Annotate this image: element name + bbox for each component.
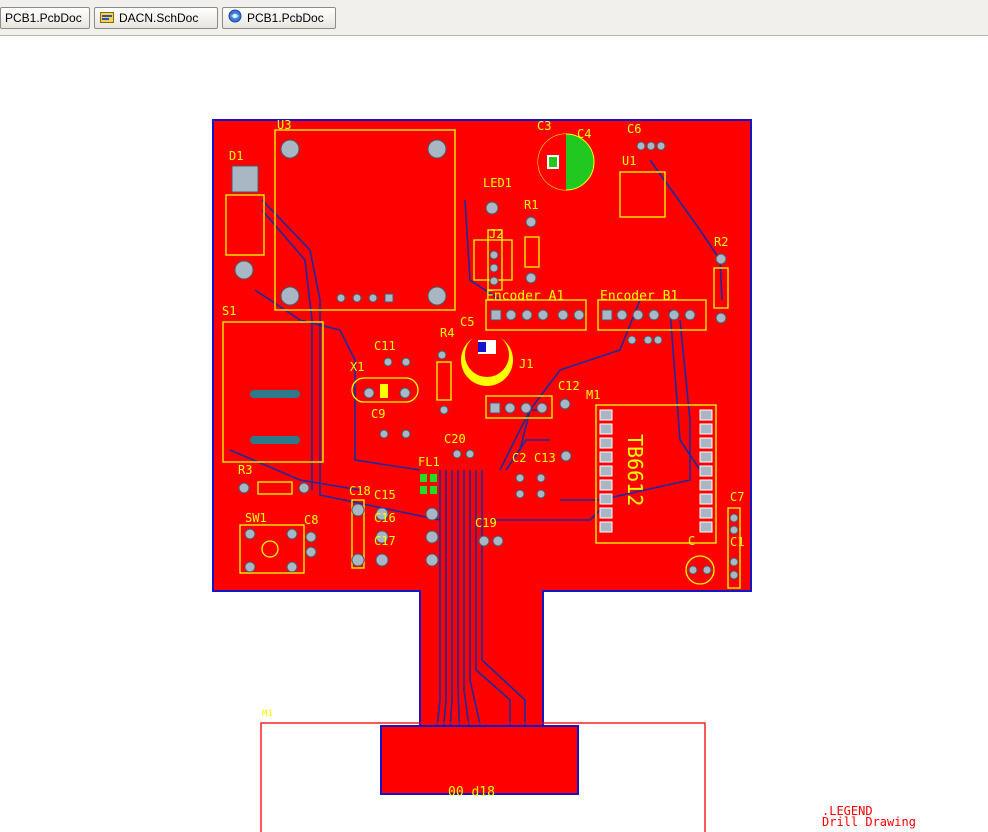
label-c1: C1 [730,535,744,549]
d1-square-pad [231,165,259,193]
pcb-board [212,119,752,792]
label-r1: R1 [524,198,538,212]
label-encoder-a1: Encoder A1 [486,289,564,304]
label-c17: C17 [374,534,396,548]
label-u3: U3 [277,118,291,132]
label-r3: R3 [238,463,252,477]
tab-label: PCB1.PcbDoc [247,11,324,25]
tab-dacn-schdoc[interactable]: DACN.SchDoc [94,7,218,29]
label-c: C [688,534,695,548]
label-c8: C8 [304,513,318,527]
pcb-canvas[interactable]: U3 D1 C3 C4 C6 U1 LED1 R1 J2 R2 S1 Encod… [0,36,988,832]
label-s1: S1 [222,304,236,318]
label-d1: D1 [229,149,243,163]
label-c5: C5 [460,315,474,329]
label-c15: C15 [374,488,396,502]
pcb-layout: U3 D1 C3 C4 C6 U1 LED1 R1 J2 R2 S1 Encod… [212,118,752,832]
label-u1: U1 [622,154,636,168]
label-c13: C13 [534,451,556,465]
legend-subtitle: Drill Drawing [822,815,916,829]
label-j1: J1 [519,357,533,371]
schematic-doc-icon [100,9,114,29]
x1-crystal-mark [380,384,388,398]
label-c9: C9 [371,407,385,421]
label-c4: C4 [577,127,591,141]
document-tab-bar: PCB1.PcbDoc DACN.SchDoc PCB1.PcbDoc [0,0,988,36]
pcb-3d-doc-icon [228,9,242,29]
label-encoder-b1: Encoder B1 [600,289,678,304]
tab-pcb1-pcbdoc-3d[interactable]: PCB1.PcbDoc [222,7,336,29]
drill-legend: .LEGEND Drill Drawing [822,805,916,829]
label-r2: R2 [714,235,728,249]
tab-label: DACN.SchDoc [119,11,199,25]
label-j2: J2 [489,227,503,241]
label-m1-connector: M1 [262,709,273,719]
label-fl1: FL1 [418,455,440,469]
label-c18: C18 [349,484,371,498]
label-tb6612: TB6612 [623,434,647,506]
label-c12: C12 [558,379,580,393]
label-x1: X1 [350,360,364,374]
label-c16: C16 [374,511,396,525]
label-sw1: SW1 [245,511,267,525]
connector-tab [380,725,579,795]
label-c11: C11 [374,339,396,353]
label-c19: C19 [475,516,497,530]
label-c7: C7 [730,490,744,504]
tab-pcb1-pcbdoc[interactable]: PCB1.PcbDoc [0,7,90,29]
label-bottom-text: 00 d18 [448,785,495,800]
label-c2: C2 [512,451,526,465]
c3-c4-component [537,133,595,191]
label-c20: C20 [444,432,466,446]
label-c6: C6 [627,122,641,136]
label-c3: C3 [537,119,551,133]
label-led1: LED1 [483,176,512,190]
label-m1: M1 [586,388,600,402]
tab-label: PCB1.PcbDoc [5,11,82,25]
label-r4: R4 [440,326,454,340]
